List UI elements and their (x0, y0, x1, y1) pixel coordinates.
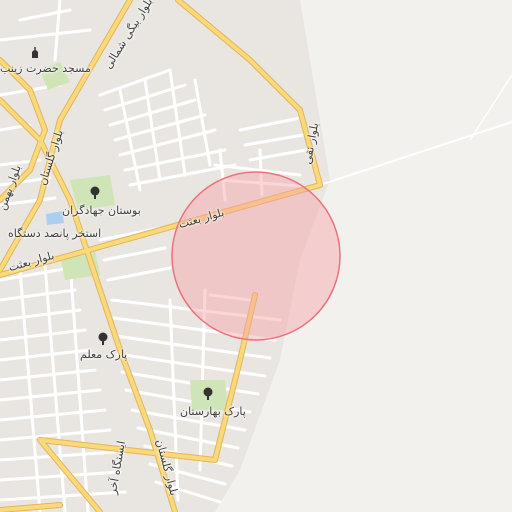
poi-label-park-moallem: پارک معلم (80, 348, 128, 361)
mosque-icon[interactable] (28, 46, 42, 60)
map-base (0, 0, 512, 512)
tree-icon[interactable] (88, 186, 102, 200)
tree-icon[interactable] (201, 387, 215, 401)
poi-label-pool: استخر پانصد دستگاه (8, 227, 102, 240)
map-canvas[interactable]: بلوار بعثت بلوار بعثت بلوار تقی بلوار گل… (0, 0, 512, 512)
poi-label-park-baharestan: پارک بهارستان (180, 405, 246, 418)
tree-icon[interactable] (96, 332, 110, 346)
radius-circle[interactable] (171, 171, 341, 341)
poi-label-park-jahadgaran: بوستان جهادگران (62, 204, 141, 217)
poi-label-mosque: مسجد حضرت زینب (0, 62, 91, 75)
